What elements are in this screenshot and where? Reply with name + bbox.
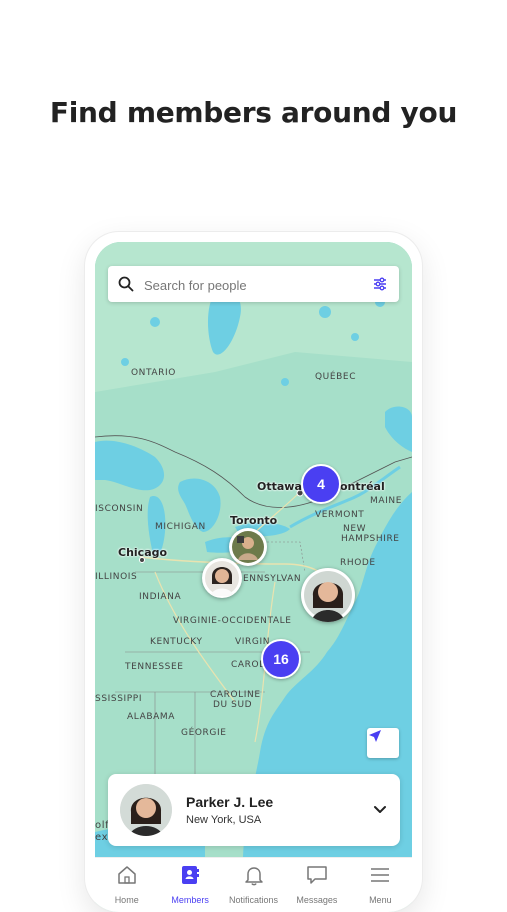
map-label-georgia: GÉORGIE bbox=[181, 728, 227, 738]
tab-label: Home bbox=[114, 895, 139, 905]
map-label-tennessee: TENNESSEE bbox=[125, 662, 184, 672]
member-cluster-northeast[interactable]: 4 bbox=[301, 464, 341, 504]
map-label-quebec: QUÉBEC bbox=[315, 372, 357, 382]
headline: Find members around you bbox=[49, 96, 458, 129]
map-label-kentucky: KENTUCKY bbox=[150, 637, 203, 647]
search-input[interactable] bbox=[142, 274, 356, 296]
tab-label: Notifications bbox=[229, 895, 279, 905]
map-label-indiana: INDIANA bbox=[139, 592, 182, 602]
map-label-rhode: RHODE bbox=[340, 558, 376, 568]
search-bar bbox=[108, 266, 399, 302]
map-label-ontario: ONTARIO bbox=[131, 368, 176, 378]
locate-me-button[interactable] bbox=[367, 728, 399, 758]
map-label-michigan: MICHIGAN bbox=[155, 522, 206, 532]
tab-label: Members bbox=[171, 895, 209, 905]
tab-notifications[interactable]: Notifications bbox=[222, 858, 285, 912]
map-label-toronto: Toronto bbox=[230, 514, 278, 527]
member-card[interactable]: Parker J. Lee New York, USA bbox=[108, 774, 400, 846]
bottom-tab-bar: Home Members Notifications Messages Menu bbox=[95, 857, 412, 912]
member-photo-avatar bbox=[205, 561, 239, 596]
member-cluster-southeast[interactable]: 16 bbox=[261, 639, 301, 679]
filter-icon[interactable] bbox=[373, 277, 387, 291]
map-label-maine: MAINE bbox=[370, 496, 402, 506]
member-name: Parker J. Lee bbox=[186, 794, 274, 810]
home-icon bbox=[117, 866, 136, 884]
map-view[interactable]: ONTARIO QUÉBEC Ottawa ontréal Toronto IS… bbox=[95, 242, 412, 857]
map-label-chicago: Chicago bbox=[118, 546, 168, 559]
tab-messages[interactable]: Messages bbox=[285, 858, 348, 912]
phone-frame: ONTARIO QUÉBEC Ottawa ontréal Toronto IS… bbox=[85, 232, 422, 912]
tab-label: Messages bbox=[296, 895, 338, 905]
map-label-virginie-occ: VIRGINIE-OCCIDENTALE bbox=[173, 616, 292, 626]
map-label-pennsylvania: ENNSYLVAN bbox=[243, 574, 302, 584]
message-icon bbox=[307, 866, 327, 884]
map-label-carolina-n: CAROL bbox=[231, 660, 265, 670]
map-label-carolina-s2: DU SUD bbox=[213, 700, 253, 710]
tab-menu[interactable]: Menu bbox=[349, 858, 412, 912]
map-label-nh-2: HAMPSHIRE bbox=[341, 534, 400, 544]
bell-icon bbox=[244, 867, 263, 886]
members-icon bbox=[182, 866, 200, 884]
member-pin-pennsylvania[interactable] bbox=[202, 558, 242, 598]
member-avatar bbox=[120, 784, 172, 836]
map-label-montreal: ontréal bbox=[340, 480, 385, 493]
member-photo-avatar bbox=[304, 571, 352, 622]
map-label-wisconsin: ISCONSIN bbox=[95, 504, 144, 514]
map-label-ottawa: Ottawa bbox=[257, 480, 302, 493]
chevron-down-icon[interactable] bbox=[372, 802, 388, 818]
search-icon bbox=[118, 276, 134, 292]
map-label-illinois: ILLINOIS bbox=[95, 572, 138, 582]
map-label-vermont: VERMONT bbox=[315, 510, 365, 520]
member-pin-newyork[interactable] bbox=[301, 568, 355, 622]
tab-home[interactable]: Home bbox=[95, 858, 158, 912]
member-location: New York, USA bbox=[186, 814, 262, 826]
map-label-mississippi: SSISSIPPI bbox=[95, 694, 143, 704]
map-label-carolina-s1: CAROLINE bbox=[210, 690, 261, 700]
map-label-ex: ex bbox=[95, 832, 109, 843]
menu-icon bbox=[371, 868, 390, 882]
map-label-alabama: ALABAMA bbox=[127, 712, 175, 722]
map-label-nh-1: NEW bbox=[343, 524, 367, 534]
navigation-arrow-icon bbox=[369, 730, 381, 742]
tab-label: Menu bbox=[369, 895, 392, 905]
app-screen: ONTARIO QUÉBEC Ottawa ontréal Toronto IS… bbox=[95, 242, 412, 912]
tab-members[interactable]: Members bbox=[158, 858, 221, 912]
